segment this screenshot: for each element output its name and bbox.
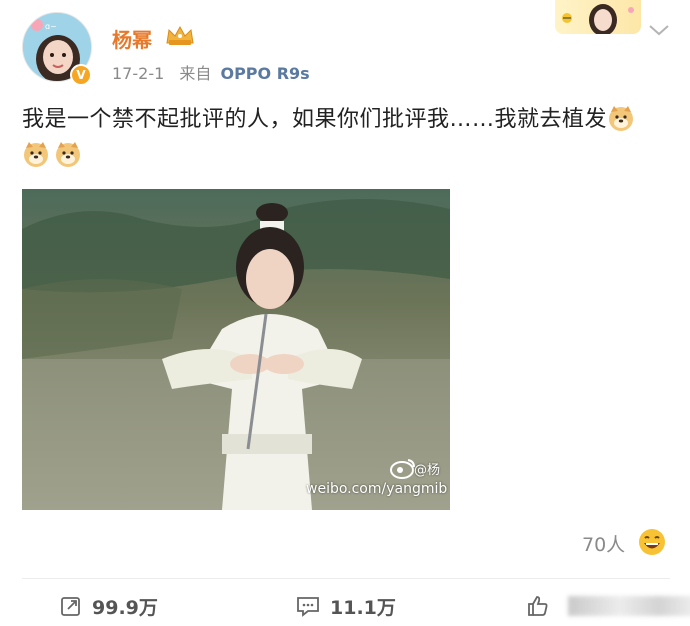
comment-count: 11.1万 [330, 596, 396, 619]
post-date: 17-2-1 [112, 64, 165, 83]
author-avatar[interactable]: ɑ~ V [22, 12, 94, 86]
like-count-obscured [568, 596, 690, 616]
repost-icon [61, 597, 80, 616]
reaction-count[interactable]: 70人 [582, 530, 625, 557]
author-name[interactable]: 杨幂 [112, 24, 152, 53]
source-device[interactable]: OPPO R9s [220, 64, 309, 83]
divider [22, 578, 670, 579]
photo-scene [22, 189, 450, 510]
comment-button[interactable]: 11.1万 [296, 592, 396, 620]
repost-count: 99.9万 [92, 596, 158, 619]
like-button[interactable] [526, 592, 690, 620]
laughing-emoji-icon[interactable] [638, 528, 666, 556]
watermark-handle: @杨 [414, 463, 441, 478]
svg-text:ɑ~: ɑ~ [45, 22, 57, 31]
post-body: 我是一个禁不起批评的人，如果你们批评我……我就去植发 [22, 107, 608, 132]
verified-badge-icon: V [70, 64, 92, 86]
vip-crown-icon[interactable] [165, 23, 195, 47]
comment-icon [297, 597, 319, 617]
post-image[interactable]: @杨 weibo.com/yangmib [22, 189, 450, 510]
source-prefix: 来自 [179, 64, 212, 83]
thumbs-up-icon [528, 596, 548, 616]
post-meta: 17-2-1 来自 OPPO R9s [112, 60, 310, 84]
doge-emoji-icon [54, 140, 82, 168]
doge-emoji-icon [22, 140, 50, 168]
decoration-card[interactable] [555, 0, 641, 34]
weibo-logo-icon [390, 457, 416, 479]
doge-emoji-icon [607, 104, 635, 132]
post-text: 我是一个禁不起批评的人，如果你们批评我……我就去植发 [22, 102, 662, 174]
watermark-url: weibo.com/yangmib [306, 481, 448, 497]
repost-button[interactable]: 99.9万 [60, 592, 158, 620]
chevron-down-icon[interactable] [648, 22, 670, 36]
